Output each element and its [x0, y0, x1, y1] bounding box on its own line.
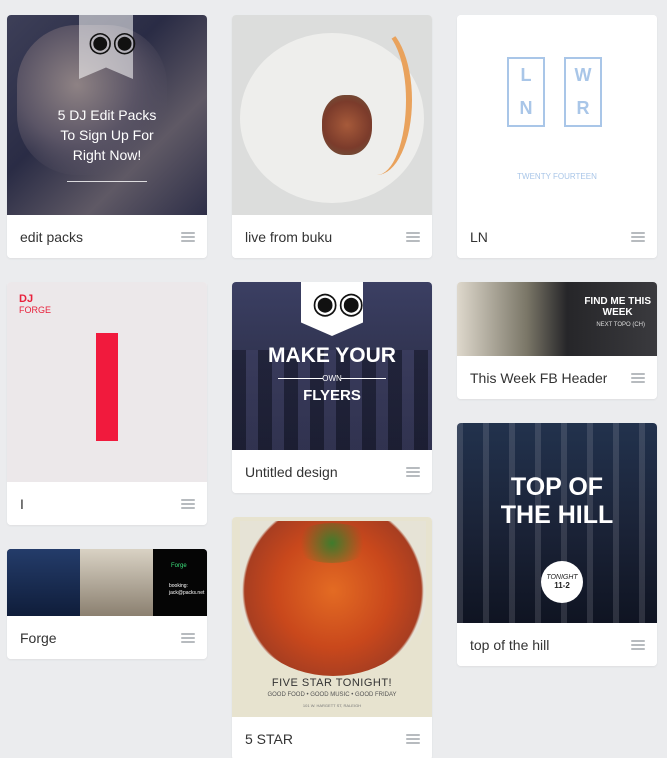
headline-line: WEEK: [602, 307, 633, 318]
design-card[interactable]: ◉◉ MAKE YOUR OWN FLYERS Untitled design: [232, 282, 432, 493]
dj-headphones-logo-icon: ◉◉: [312, 287, 365, 320]
hamburger-menu-icon[interactable]: [631, 372, 645, 383]
design-thumbnail[interactable]: ◉◉ MAKE YOUR OWN FLYERS: [232, 282, 432, 450]
hamburger-menu-icon[interactable]: [181, 632, 195, 643]
design-card[interactable]: L N W R TWENTY FOURTEEN LN: [457, 15, 657, 258]
hamburger-menu-icon[interactable]: [406, 466, 420, 477]
thumbnail-subline: OWN: [322, 374, 342, 383]
card-footer: I: [7, 482, 207, 525]
design-title[interactable]: top of the hill: [470, 637, 549, 653]
booking-line: jack@packs.net: [169, 590, 205, 596]
plated-food-image: [322, 95, 372, 155]
thumbnail-label: DJ: [19, 293, 34, 305]
thumbnail-headline: TOP OF THE HILL: [457, 473, 657, 529]
divider: [67, 181, 147, 182]
design-title[interactable]: This Week FB Header: [470, 370, 607, 386]
thumbnail-headline: MAKE YOUR: [268, 344, 396, 367]
design-thumbnail[interactable]: FIND ME THIS WEEK NEXT TOPO (CH): [457, 282, 657, 356]
garnish-image: [292, 523, 372, 563]
crowd-photo: [7, 549, 80, 616]
design-title[interactable]: Forge: [20, 630, 57, 646]
card-footer: 5 STAR: [232, 717, 432, 758]
design-thumbnail[interactable]: ◉◉ 5 DJ Edit Packs To Sign Up For Right …: [7, 15, 207, 215]
design-thumbnail[interactable]: L N W R TWENTY FOURTEEN: [457, 15, 657, 215]
headline-line: TOP OF: [510, 473, 604, 501]
design-thumbnail[interactable]: Forge booking: jack@packs.net: [7, 549, 207, 616]
design-thumbnail[interactable]: TOP OF THE HILL TONIGHT 11-2: [457, 423, 657, 623]
time-badge: TONIGHT 11-2: [541, 561, 583, 603]
thumbnail-headline: 5 DJ Edit Packs To Sign Up For Right Now…: [7, 105, 207, 165]
hamburger-menu-icon[interactable]: [181, 231, 195, 242]
headline-line: THE HILL: [500, 501, 614, 529]
card-footer: Forge: [7, 616, 207, 659]
design-card[interactable]: Forge booking: jack@packs.net Forge: [7, 549, 207, 659]
card-footer: LN: [457, 215, 657, 258]
design-title[interactable]: I: [20, 496, 24, 512]
thumbnail-address: 101 W. HARGETT ST, RALEIGH: [302, 703, 362, 708]
booking-info: booking: jack@packs.net: [169, 583, 204, 597]
card-footer: live from buku: [232, 215, 432, 258]
letter-box: W R: [564, 57, 602, 127]
card-footer: Untitled design: [232, 450, 432, 493]
design-thumbnail[interactable]: FIVE STAR TONIGHT! GOOD FOOD • GOOD MUSI…: [232, 517, 432, 717]
design-card[interactable]: FIND ME THIS WEEK NEXT TOPO (CH) This We…: [457, 282, 657, 399]
thumbnail-headline: FIVE STAR TONIGHT!: [271, 677, 393, 689]
letter-box: L N: [507, 57, 545, 127]
divider: [341, 378, 386, 379]
thumbnail-subline: GOOD FOOD • GOOD MUSIC • GOOD FRIDAY: [267, 692, 397, 698]
thumbnail-label: FORGE: [19, 305, 52, 315]
booking-line: booking:: [169, 583, 188, 589]
headline-line: 5 DJ Edit Packs: [57, 107, 157, 123]
hamburger-menu-icon[interactable]: [406, 231, 420, 242]
hamburger-menu-icon[interactable]: [631, 639, 645, 650]
card-footer: This Week FB Header: [457, 356, 657, 399]
red-bar-shape: [96, 333, 118, 441]
card-footer: top of the hill: [457, 623, 657, 666]
design-card[interactable]: ◉◉ 5 DJ Edit Packs To Sign Up For Right …: [7, 15, 207, 258]
design-title[interactable]: edit packs: [20, 229, 83, 245]
card-footer: edit packs: [7, 215, 207, 258]
thumbnail-subline: NEXT TOPO (CH): [596, 322, 645, 328]
design-card[interactable]: live from buku: [232, 15, 432, 258]
design-thumbnail[interactable]: [232, 15, 432, 215]
headline-line: To Sign Up For: [60, 127, 154, 143]
headline-line: Right Now!: [72, 147, 142, 163]
design-card[interactable]: TOP OF THE HILL TONIGHT 11-2 top of the …: [457, 423, 657, 666]
headline-line: FIND ME THIS: [584, 296, 651, 307]
thumbnail-label: Forge: [171, 563, 187, 569]
badge-value: 11-2: [554, 581, 570, 590]
design-card[interactable]: FIVE STAR TONIGHT! GOOD FOOD • GOOD MUSI…: [232, 517, 432, 758]
design-title[interactable]: LN: [470, 229, 488, 245]
design-title[interactable]: 5 STAR: [245, 731, 293, 747]
letter: L: [520, 65, 532, 85]
design-title[interactable]: live from buku: [245, 229, 332, 245]
hamburger-menu-icon[interactable]: [406, 733, 420, 744]
dj-headphones-logo-icon: ◉◉: [88, 26, 137, 57]
thumbnail-caption: TWENTY FOURTEEN: [517, 172, 597, 181]
design-card[interactable]: DJ FORGE I: [7, 282, 207, 525]
letter: N: [519, 98, 533, 118]
thumbnail-headline: FLYERS: [303, 387, 361, 404]
design-title[interactable]: Untitled design: [245, 464, 338, 480]
dj-photo: [80, 549, 153, 616]
design-thumbnail[interactable]: DJ FORGE: [7, 282, 207, 482]
hamburger-menu-icon[interactable]: [631, 231, 645, 242]
letter: W: [574, 65, 592, 85]
letter: R: [576, 98, 590, 118]
badge-label: TONIGHT: [546, 574, 578, 581]
thumbnail-headline: FIND ME THIS WEEK: [584, 296, 651, 318]
hamburger-menu-icon[interactable]: [181, 498, 195, 509]
